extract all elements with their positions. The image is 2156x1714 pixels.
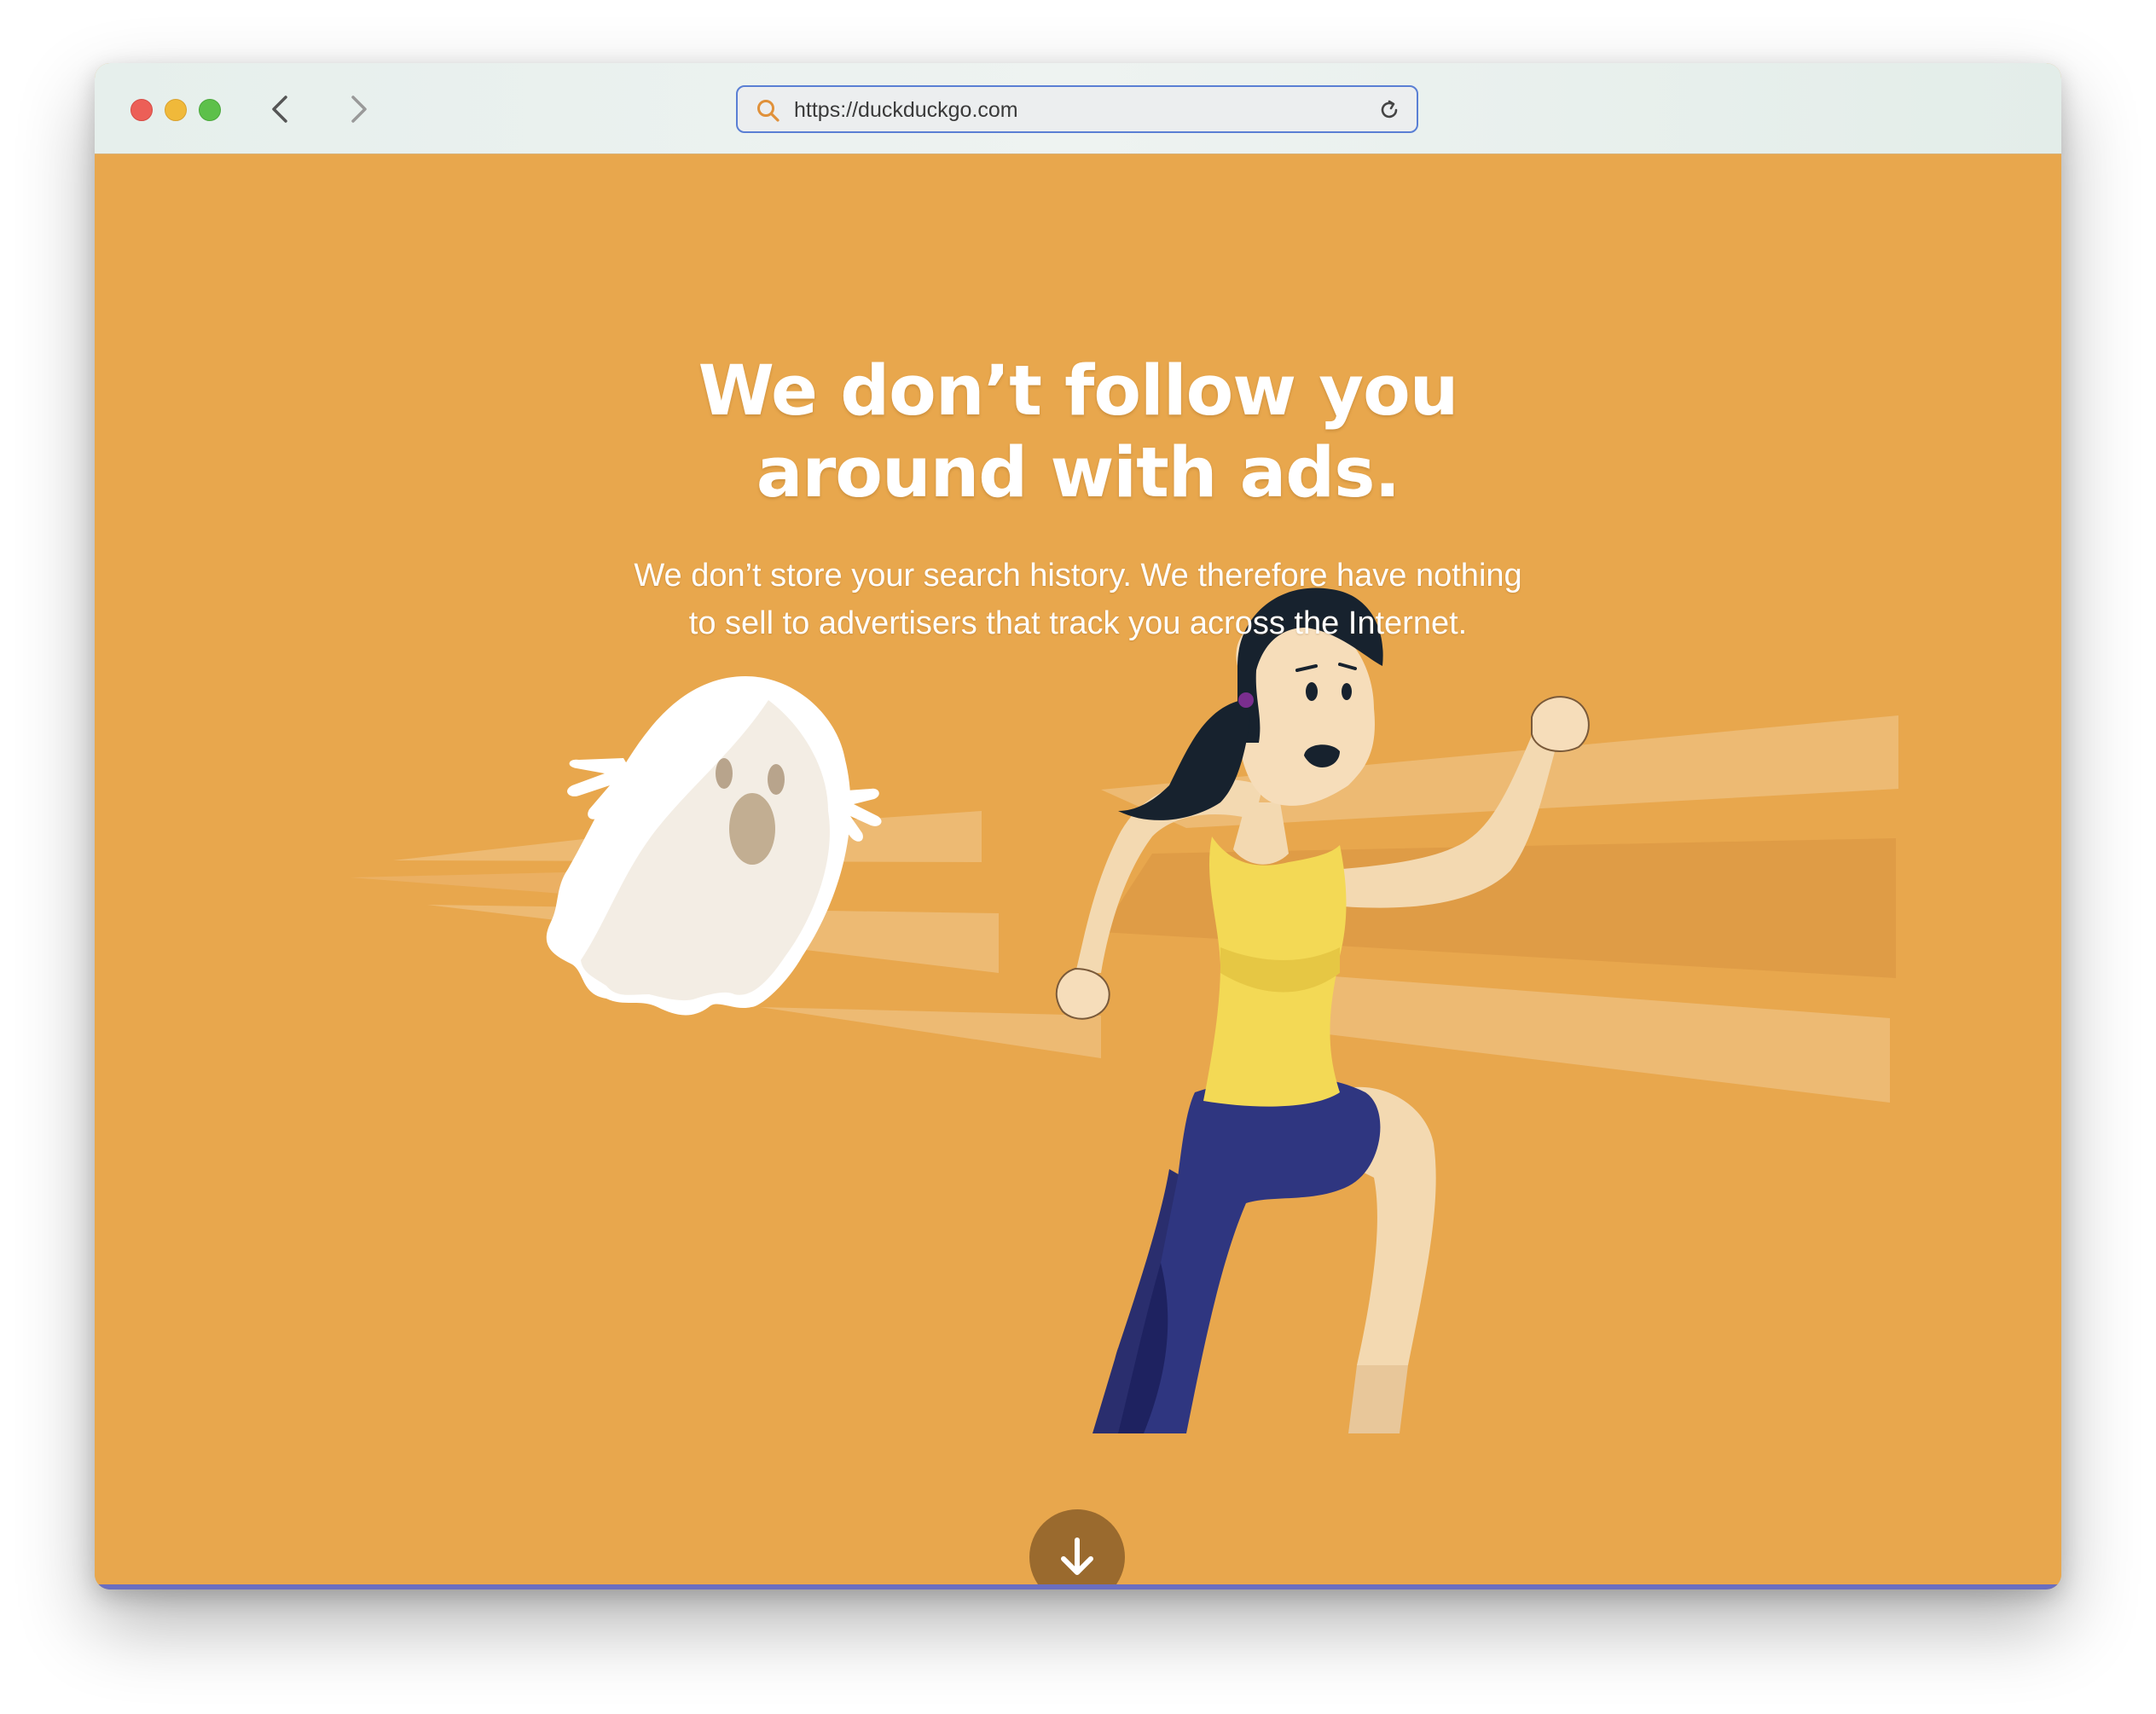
ghost-illustration xyxy=(546,676,882,1016)
browser-toolbar: https://duckduckgo.com xyxy=(95,63,2061,154)
url-text: https://duckduckgo.com xyxy=(794,98,1018,122)
hero-description: We don’t store your search history. We t… xyxy=(481,552,1675,647)
reload-icon[interactable] xyxy=(1376,96,1403,124)
hero-headline-line2: around with ads. xyxy=(756,433,1401,513)
minimize-window-button[interactable] xyxy=(165,99,187,121)
arrow-down-icon xyxy=(1061,1537,1093,1575)
page-bottom-border xyxy=(95,1584,2061,1590)
browser-window: https://duckduckgo.com We don’t follow y… xyxy=(95,63,2061,1590)
back-button[interactable] xyxy=(262,89,299,130)
close-window-button[interactable] xyxy=(130,99,153,121)
page-content: We don’t follow you around with ads. We … xyxy=(95,154,2061,1584)
address-bar[interactable]: https://duckduckgo.com xyxy=(736,85,1418,133)
search-icon xyxy=(757,100,780,122)
hero-description-line2: to sell to advertisers that track you ac… xyxy=(688,605,1468,641)
hero-description-line1: We don’t store your search history. We t… xyxy=(634,558,1522,594)
hero-headline: We don’t follow you around with ads. xyxy=(396,350,1760,514)
zoom-window-button[interactable] xyxy=(199,99,221,121)
forward-button[interactable] xyxy=(339,89,377,130)
hero-headline-line1: We don’t follow you xyxy=(698,351,1459,431)
chevron-left-icon xyxy=(272,96,287,123)
chevron-right-icon xyxy=(351,96,367,123)
